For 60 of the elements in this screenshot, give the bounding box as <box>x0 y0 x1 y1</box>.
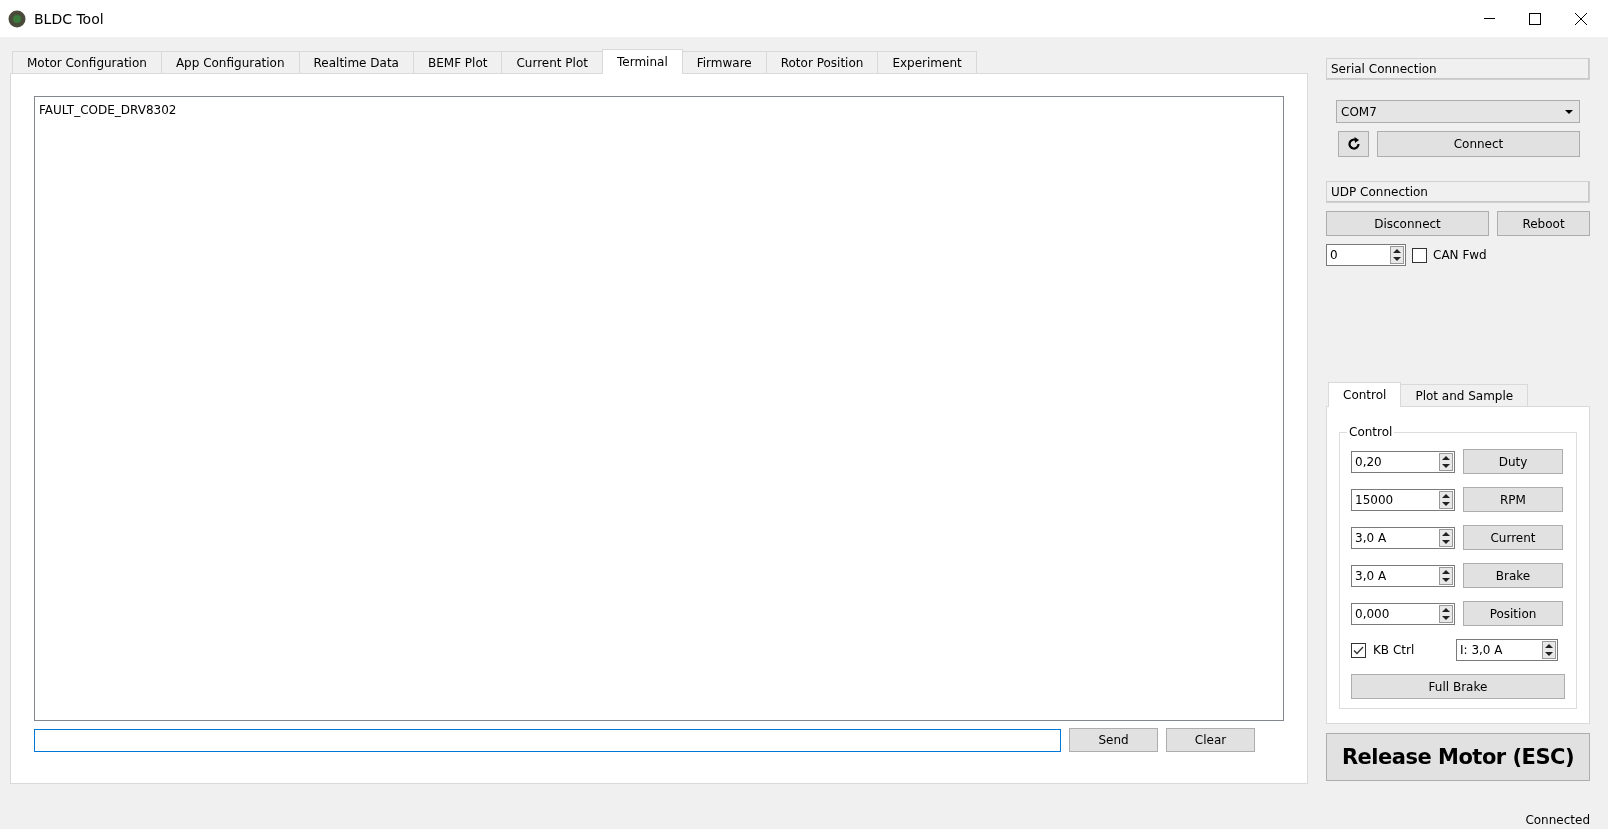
spin-arrows-icon[interactable] <box>1542 641 1556 659</box>
spin-value: 3,0 A <box>1355 530 1387 545</box>
value-spinbox[interactable]: 15000 <box>1351 488 1455 511</box>
can-id-spinbox[interactable]: 0 <box>1326 244 1406 266</box>
checkbox-label: CAN Fwd <box>1433 248 1487 262</box>
checkbox-label: KB Ctrl <box>1373 643 1416 657</box>
tab[interactable]: App Configuration <box>160 51 300 73</box>
refresh-icon <box>1346 137 1361 151</box>
check-icon <box>1353 645 1364 655</box>
tab[interactable]: Experiment <box>877 51 977 73</box>
dropdown-caret-icon <box>1565 109 1573 114</box>
close-icon <box>1575 12 1587 25</box>
control-button[interactable]: Position <box>1463 601 1563 626</box>
spin-arrows-icon[interactable] <box>1390 246 1404 264</box>
status-text: Connected <box>1525 813 1590 827</box>
disconnect-button[interactable]: Disconnect <box>1326 211 1489 236</box>
value-spinbox[interactable]: 0,20 <box>1351 450 1455 473</box>
spin-value: I: 3,0 A <box>1460 643 1503 657</box>
section-header: UDP Connection <box>1326 181 1590 203</box>
send-button[interactable]: Send <box>1069 728 1158 752</box>
spin-value: 0,000 <box>1355 606 1390 621</box>
terminal-line: FAULT_CODE_DRV8302 <box>39 103 178 117</box>
spin-arrows-icon[interactable] <box>1439 452 1453 471</box>
can-fwd-checkbox[interactable] <box>1412 247 1427 263</box>
spin-value: 3,0 A <box>1355 568 1387 583</box>
reboot-button[interactable]: Reboot <box>1497 211 1590 236</box>
control-button[interactable]: Duty <box>1463 449 1563 474</box>
port-value: COM7 <box>1341 104 1377 119</box>
spin-value: 0,20 <box>1355 454 1382 469</box>
control-button[interactable]: Current <box>1463 525 1563 550</box>
section-header: Serial Connection <box>1326 58 1590 80</box>
control-button[interactable]: Brake <box>1463 563 1563 588</box>
tab[interactable]: Plot and Sample <box>1400 384 1529 406</box>
value-spinbox[interactable]: 3,0 A <box>1351 526 1455 549</box>
window-title: BLDC Tool <box>34 10 105 27</box>
spin-arrows-icon[interactable] <box>1439 566 1453 585</box>
full-brake-button[interactable]: Full Brake <box>1351 674 1565 699</box>
tab[interactable]: Motor Configuration <box>12 51 162 73</box>
port-dropdown[interactable]: COM7 <box>1336 100 1580 123</box>
group-title: Control <box>1348 425 1394 439</box>
value-spinbox[interactable]: 3,0 A <box>1351 564 1455 587</box>
app-logo-icon <box>8 9 26 28</box>
current-spinbox[interactable]: I: 3,0 A <box>1456 639 1558 661</box>
spin-value: 0 <box>1330 248 1338 262</box>
connect-button[interactable]: Connect <box>1377 131 1580 157</box>
refresh-button[interactable] <box>1338 131 1369 157</box>
clear-button[interactable]: Clear <box>1166 728 1255 752</box>
spin-arrows-icon[interactable] <box>1439 528 1453 547</box>
maximize-icon <box>1529 12 1541 25</box>
minimize-icon <box>1483 18 1495 19</box>
tab[interactable]: Control <box>1328 382 1402 407</box>
control-button[interactable]: RPM <box>1463 487 1563 512</box>
tab[interactable]: Terminal <box>602 49 683 74</box>
spin-arrows-icon[interactable] <box>1439 604 1453 623</box>
command-input[interactable] <box>34 728 1061 752</box>
release-motor-button[interactable]: Release Motor (ESC) <box>1326 733 1590 781</box>
spin-value: 15000 <box>1355 492 1394 507</box>
value-spinbox[interactable]: 0,000 <box>1351 602 1455 625</box>
kb-ctrl-checkbox[interactable] <box>1351 642 1366 658</box>
spin-arrows-icon[interactable] <box>1439 490 1453 509</box>
